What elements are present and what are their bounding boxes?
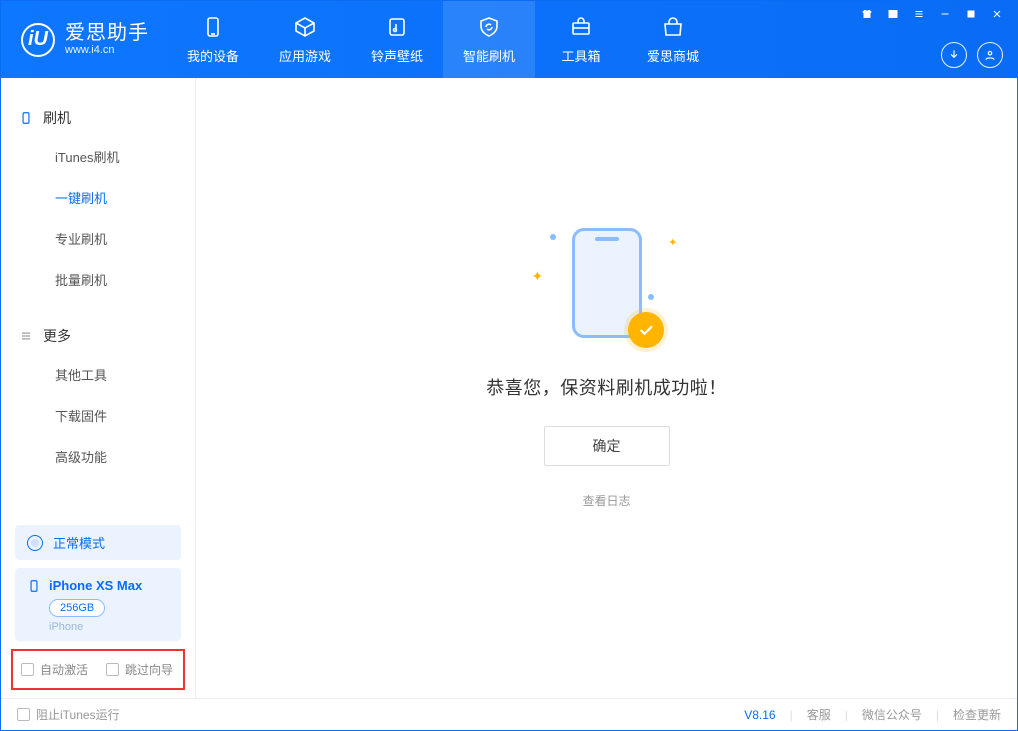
- decor-dot: [648, 294, 654, 300]
- cube-icon: [293, 14, 317, 40]
- connected-device-card[interactable]: iPhone XS Max 256GB iPhone: [15, 568, 181, 641]
- tshirt-icon[interactable]: [861, 7, 873, 25]
- top-nav: 我的设备 应用游戏 铃声壁纸 智能刷机 工具箱 爱思商城: [167, 1, 719, 78]
- sidebar-item-itunes-flash[interactable]: iTunes刷机: [1, 136, 195, 177]
- logo-text: 爱思助手 www.i4.cn: [65, 22, 149, 56]
- nav-ringtone-wallpaper[interactable]: 铃声壁纸: [351, 1, 443, 78]
- support-link[interactable]: 客服: [807, 706, 831, 723]
- phone-icon: [19, 111, 33, 125]
- download-button[interactable]: [941, 42, 967, 68]
- nav-smart-flash[interactable]: 智能刷机: [443, 1, 535, 78]
- nav-my-device[interactable]: 我的设备: [167, 1, 259, 78]
- success-message: 恭喜您，保资料刷机成功啦！: [486, 374, 727, 400]
- mode-dot-icon: [27, 535, 43, 551]
- device-name: iPhone XS Max: [49, 578, 142, 593]
- wechat-link[interactable]: 微信公众号: [862, 706, 922, 723]
- sidebar-item-download-firmware[interactable]: 下载固件: [1, 395, 195, 436]
- music-icon: [385, 14, 409, 40]
- nav-label: 我的设备: [187, 46, 239, 65]
- check-update-link[interactable]: 检查更新: [953, 706, 1001, 723]
- success-illustration: ✦ ✦: [532, 228, 682, 348]
- store-icon: [661, 14, 685, 40]
- skip-guide-checkbox[interactable]: 跳过向导: [106, 661, 173, 678]
- nav-toolbox[interactable]: 工具箱: [535, 1, 627, 78]
- auto-activate-checkbox[interactable]: 自动激活: [21, 661, 88, 678]
- nav-label: 智能刷机: [463, 46, 515, 65]
- block-itunes-checkbox[interactable]: 阻止iTunes运行: [17, 706, 120, 723]
- mode-label: 正常模式: [53, 533, 105, 552]
- sidebar-item-pro-flash[interactable]: 专业刷机: [1, 218, 195, 259]
- sidebar: 刷机 iTunes刷机 一键刷机 专业刷机 批量刷机 更多 其他工具 下载固件 …: [1, 78, 196, 698]
- header-circle-buttons: [941, 42, 1003, 68]
- decor-dot: [550, 234, 556, 240]
- nav-label: 爱思商城: [647, 46, 699, 65]
- header-right-controls: [861, 1, 1007, 78]
- app-name: 爱思助手: [65, 22, 149, 44]
- status-bar: 阻止iTunes运行 V8.16 | 客服 | 微信公众号 | 检查更新: [1, 698, 1017, 730]
- success-check-icon: [628, 312, 664, 348]
- device-type: iPhone: [49, 621, 169, 633]
- device-capacity: 256GB: [49, 599, 105, 617]
- device-mode-chip[interactable]: 正常模式: [15, 525, 181, 560]
- minimize-button[interactable]: [939, 7, 951, 25]
- ok-button[interactable]: 确定: [544, 426, 670, 466]
- close-button[interactable]: [991, 7, 1003, 25]
- sidebar-group-more: 更多: [1, 318, 195, 354]
- app-url: www.i4.cn: [65, 44, 149, 56]
- list-icon[interactable]: [887, 7, 899, 25]
- nav-label: 应用游戏: [279, 46, 331, 65]
- nav-apps-games[interactable]: 应用游戏: [259, 1, 351, 78]
- sidebar-group-title: 更多: [43, 326, 71, 346]
- app-header: iU 爱思助手 www.i4.cn 我的设备 应用游戏 铃声壁纸 智能刷机 工具…: [1, 1, 1017, 78]
- user-button[interactable]: [977, 42, 1003, 68]
- sidebar-item-oneclick-flash[interactable]: 一键刷机: [1, 177, 195, 218]
- logo-icon: iU: [21, 23, 55, 57]
- refresh-shield-icon: [477, 14, 501, 40]
- sparkle-icon: ✦: [532, 268, 544, 285]
- sidebar-group-title: 刷机: [43, 108, 71, 128]
- app-logo[interactable]: iU 爱思助手 www.i4.cn: [1, 1, 167, 78]
- toolbox-icon: [569, 14, 593, 40]
- sidebar-item-other-tools[interactable]: 其他工具: [1, 354, 195, 395]
- main-content: ✦ ✦ 恭喜您，保资料刷机成功啦！ 确定 查看日志: [196, 78, 1017, 698]
- nav-label: 铃声壁纸: [371, 46, 423, 65]
- maximize-button[interactable]: [965, 7, 977, 25]
- sidebar-item-batch-flash[interactable]: 批量刷机: [1, 259, 195, 300]
- window-controls: [861, 7, 1003, 25]
- nav-label: 工具箱: [561, 46, 600, 65]
- nav-store[interactable]: 爱思商城: [627, 1, 719, 78]
- device-icon: [201, 14, 225, 40]
- menu-icon: [19, 329, 33, 343]
- version-label: V8.16: [744, 708, 775, 722]
- highlighted-options-row: 自动激活 跳过向导: [11, 649, 185, 690]
- view-log-link[interactable]: 查看日志: [582, 492, 630, 509]
- sidebar-item-advanced[interactable]: 高级功能: [1, 436, 195, 477]
- sparkle-icon: ✦: [668, 236, 677, 249]
- phone-icon: [27, 579, 41, 593]
- menu-icon[interactable]: [913, 7, 925, 25]
- sidebar-group-flash: 刷机: [1, 100, 195, 136]
